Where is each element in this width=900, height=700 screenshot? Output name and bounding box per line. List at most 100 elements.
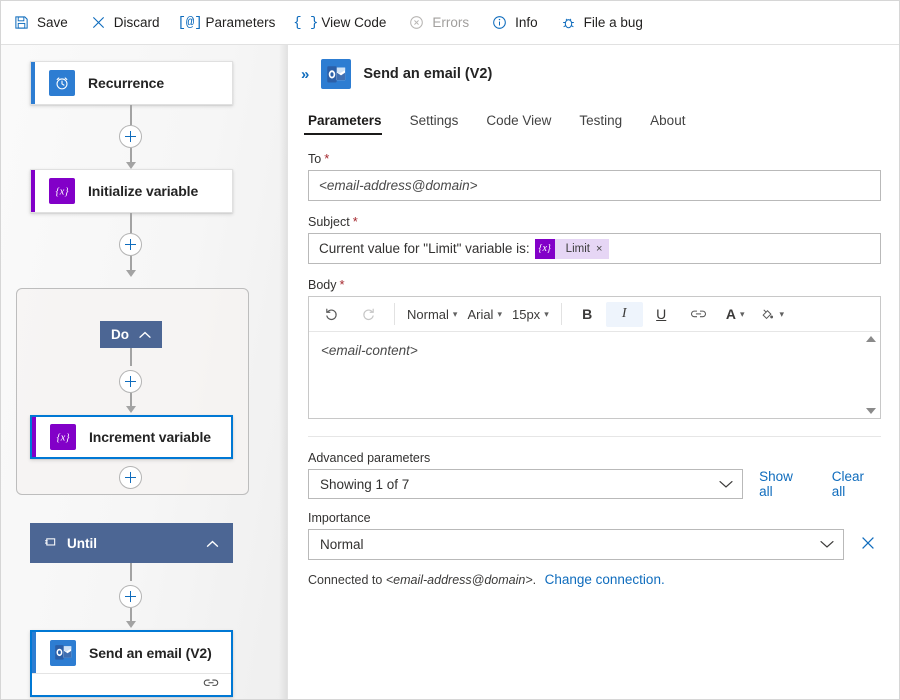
scope-until-label: Until xyxy=(67,536,97,551)
tab-testing[interactable]: Testing xyxy=(565,107,636,137)
info-button[interactable]: Info xyxy=(491,14,538,31)
importance-dropdown[interactable]: Normal xyxy=(308,529,844,560)
scope-do-label: Do xyxy=(111,327,129,342)
node-label: Increment variable xyxy=(89,429,211,445)
tab-label: Testing xyxy=(579,113,622,128)
panel-tabs: Parameters Settings Code View Testing Ab… xyxy=(288,107,899,137)
advanced-parameters-label: Advanced parameters xyxy=(308,451,881,465)
subject-input[interactable]: Current value for "Limit" variable is: {… xyxy=(308,233,881,264)
info-label: Info xyxy=(515,15,538,30)
to-input[interactable]: <email-address@domain> xyxy=(308,170,881,201)
italic-button[interactable]: I xyxy=(606,302,643,327)
rich-text-toolbar: Normal ▾ Arial ▾ 15px ▾ B xyxy=(309,297,880,332)
parameters-form: To * <email-address@domain> Subject * Cu… xyxy=(288,137,899,699)
error-circle-icon xyxy=(408,14,425,31)
add-step-button-4[interactable] xyxy=(119,466,142,489)
node-send-an-email[interactable]: Send an email (V2) xyxy=(30,630,233,697)
connection-link-icon[interactable] xyxy=(203,676,219,694)
clear-all-link[interactable]: Clear all xyxy=(832,469,881,499)
italic-label: I xyxy=(622,306,627,322)
parameters-button[interactable]: [@] Parameters xyxy=(182,14,276,31)
link-icon[interactable] xyxy=(680,302,717,327)
to-input-value: <email-address@domain> xyxy=(319,178,478,193)
font-family-dropdown[interactable]: Arial ▾ xyxy=(462,302,507,327)
node-increment-variable[interactable]: {x} Increment variable xyxy=(30,415,233,459)
node-label: Initialize variable xyxy=(88,183,198,199)
paragraph-style-value: Normal xyxy=(407,307,449,322)
connector-line xyxy=(130,105,132,125)
tab-settings[interactable]: Settings xyxy=(396,107,473,137)
importance-label-text: Importance xyxy=(308,511,371,525)
scroll-up-icon[interactable] xyxy=(866,336,876,342)
tab-label: Settings xyxy=(410,113,459,128)
add-step-button-1[interactable] xyxy=(119,125,142,148)
variable-icon: {x} xyxy=(535,239,555,259)
connector-line xyxy=(130,348,132,366)
chevron-down-icon: ▾ xyxy=(740,309,745,320)
svg-text:{x}: {x} xyxy=(55,187,69,198)
chevron-up-icon xyxy=(206,536,219,551)
connection-account: <email-address@domain> xyxy=(386,573,533,587)
connector-line xyxy=(130,213,132,233)
highlight-icon[interactable]: ▾ xyxy=(754,302,791,327)
tab-code-view[interactable]: Code View xyxy=(472,107,565,137)
scope-do-header[interactable]: Do xyxy=(100,321,162,348)
font-color-label: A xyxy=(726,306,736,322)
logic-app-designer-window: Save Discard [@] Parameters { } View Cod… xyxy=(0,0,900,700)
action-details-panel: » Send an email (V2) Parameters Settings xyxy=(287,45,899,699)
outlook-icon xyxy=(50,640,76,666)
errors-button[interactable]: Errors xyxy=(408,14,469,31)
discard-button[interactable]: Discard xyxy=(90,14,160,31)
remove-importance-button[interactable] xyxy=(856,535,880,554)
advanced-parameters-dropdown[interactable]: Showing 1 of 7 xyxy=(308,469,743,499)
variable-icon: {x} xyxy=(49,178,75,204)
body-scrollbar[interactable] xyxy=(864,336,877,414)
outlook-icon xyxy=(321,59,351,89)
view-code-button[interactable]: { } View Code xyxy=(297,14,386,31)
underline-button[interactable]: U xyxy=(643,302,680,327)
subject-label-text: Subject xyxy=(308,215,350,229)
token-remove-icon[interactable]: × xyxy=(596,243,609,255)
bug-icon xyxy=(560,14,577,31)
body-input[interactable]: <email-content> xyxy=(309,332,880,418)
redo-icon[interactable] xyxy=(350,302,387,327)
scope-until-header[interactable]: Until xyxy=(30,523,233,563)
tab-parameters[interactable]: Parameters xyxy=(304,107,396,137)
font-size-dropdown[interactable]: 15px ▾ xyxy=(507,302,554,327)
tab-label: Parameters xyxy=(308,113,382,128)
view-code-label: View Code xyxy=(321,15,386,30)
advanced-parameters-row: Showing 1 of 7 Show all Clear all xyxy=(308,469,881,499)
importance-row: Normal xyxy=(308,529,881,560)
section-divider xyxy=(308,436,881,437)
bold-button[interactable]: B xyxy=(569,302,606,327)
variable-icon: {x} xyxy=(50,424,76,450)
underline-label: U xyxy=(656,306,666,322)
at-bracket-icon: [@] xyxy=(182,14,199,31)
paragraph-style-dropdown[interactable]: Normal ▾ xyxy=(402,302,462,327)
add-step-button-3[interactable] xyxy=(119,370,142,393)
change-connection-link[interactable]: Change connection. xyxy=(545,572,665,587)
undo-icon[interactable] xyxy=(313,302,350,327)
add-step-button-5[interactable] xyxy=(119,585,142,608)
chevron-down-icon xyxy=(820,537,834,552)
variable-token-limit[interactable]: {x} Limit × xyxy=(535,239,610,259)
show-all-link[interactable]: Show all xyxy=(759,469,810,499)
save-button[interactable]: Save xyxy=(13,14,68,31)
importance-value: Normal xyxy=(320,537,820,552)
connection-status: Connected to <email-address@domain>. Cha… xyxy=(308,572,881,587)
node-initialize-variable[interactable]: {x} Initialize variable xyxy=(30,169,233,213)
file-a-bug-button[interactable]: File a bug xyxy=(560,14,643,31)
chevron-double-right-icon[interactable]: » xyxy=(300,65,309,84)
node-recurrence[interactable]: Recurrence xyxy=(30,61,233,105)
save-label: Save xyxy=(37,15,68,30)
font-color-button[interactable]: A ▾ xyxy=(717,302,754,327)
workflow-canvas[interactable]: Recurrence {x} Initialize variable xyxy=(1,45,287,699)
advanced-label-text: Advanced parameters xyxy=(308,451,430,465)
add-step-button-2[interactable] xyxy=(119,233,142,256)
advanced-dropdown-value: Showing 1 of 7 xyxy=(320,477,719,492)
connector-arrow xyxy=(126,406,136,413)
importance-label: Importance xyxy=(308,511,881,525)
font-size-value: 15px xyxy=(512,307,540,322)
scroll-down-icon[interactable] xyxy=(866,408,876,414)
tab-about[interactable]: About xyxy=(636,107,699,137)
